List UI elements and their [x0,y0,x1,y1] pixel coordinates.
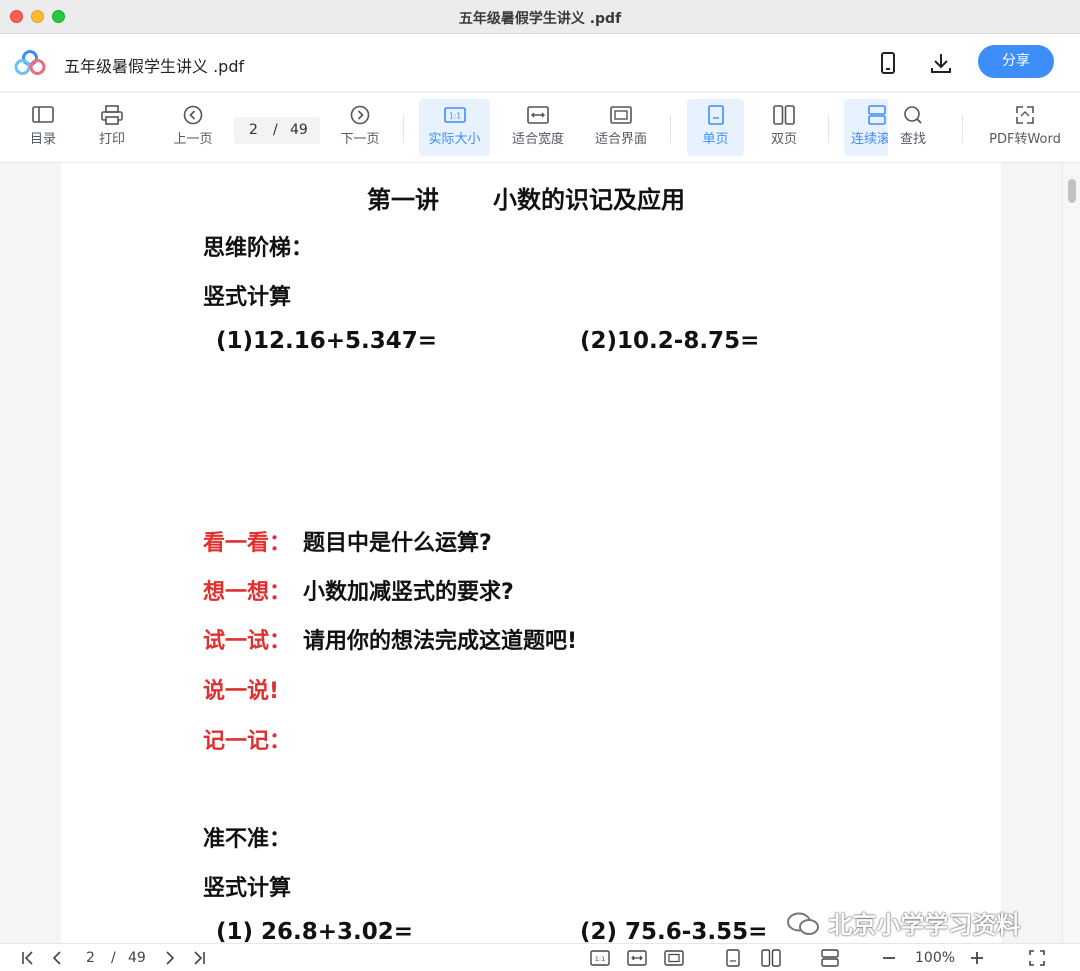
convert-icon [1016,106,1034,124]
app-window: 五年级暑假学生讲义 .pdf 五年级暑假学生讲义 .pdf 分享 目录 打印 上… [0,0,1080,971]
subsection-heading-2: 竖式计算 [203,876,292,901]
vertical-scrollbar[interactable] [1062,163,1080,943]
toolbar-divider [670,115,671,143]
fit-page-button[interactable]: 适合界面 [586,99,656,156]
svg-text:1:1: 1:1 [448,112,460,121]
fit-width-icon[interactable] [627,949,647,967]
try-text: 请用你的想法完成这道题吧! [303,629,578,654]
zoom-level: 100% [915,950,956,966]
think-text: 小数加减竖式的要求? [303,580,514,605]
fit-page-icon [610,106,632,124]
actual-size-icon[interactable]: 1:1 [590,949,610,967]
prev-page-button[interactable]: 上一页 [165,99,221,156]
toolbar-divider [828,115,829,143]
toolbar-divider [962,115,963,143]
first-page-icon[interactable] [20,949,36,967]
double-page-icon [773,105,795,125]
say-label: 说一说! [203,679,280,704]
problem-4: (2) 75.6-3.55= [580,919,768,943]
fit-width-button[interactable]: 适合宽度 [503,99,573,156]
pdf-to-word-button[interactable]: PDF转Word [984,99,1066,156]
wechat-icon [787,912,819,935]
search-icon [904,106,922,124]
zoom-in-icon[interactable] [969,949,985,967]
mobile-icon[interactable] [873,48,903,78]
chevron-right-circle-icon [350,105,370,125]
watermark: 北京小学学习资料 [786,905,1020,940]
next-page-button[interactable]: 下一页 [332,99,388,156]
try-label: 试一试： [203,629,292,654]
find-button[interactable]: 查找 [890,99,936,156]
scrollbar-thumb[interactable] [1068,179,1076,203]
single-page-icon[interactable] [724,949,742,967]
toc-button[interactable]: 目录 [18,99,68,156]
document-title: 五年级暑假学生讲义 .pdf [64,57,245,76]
continuous-scroll-icon [868,105,886,125]
download-icon[interactable] [926,48,956,78]
think-label: 想一想： [203,580,292,605]
section-heading: 思维阶梯： [203,236,314,261]
app-header: 五年级暑假学生讲义 .pdf 分享 [0,34,1080,92]
chevron-left-circle-icon [183,105,203,125]
document-viewer[interactable]: 第一讲 小数的识记及应用 思维阶梯： 竖式计算 (1)12.16+5.347= … [0,163,1080,943]
print-button[interactable]: 打印 [87,99,137,156]
problem-3: (1) 26.8+3.02= [216,919,414,943]
fit-page-icon[interactable] [664,949,684,967]
subsection-heading: 竖式计算 [203,285,292,310]
printer-icon [101,105,123,125]
note-label: 记一记： [203,729,292,754]
continuous-scroll-button[interactable]: 连续滚 [844,99,888,156]
look-label: 看一看： [203,531,292,556]
double-page-icon[interactable] [761,949,781,967]
single-page-button[interactable]: 单页 [687,99,744,156]
look-text: 题目中是什么运算? [303,531,492,556]
page-input[interactable]: 2 / 49 [234,117,320,144]
lecture-number: 第一讲 [367,186,439,214]
svg-text:1:1: 1:1 [595,955,605,963]
bottom-page-current[interactable]: 2 [86,950,95,966]
actual-size-button[interactable]: 1:1 实际大小 [419,99,490,156]
sidebar-icon [32,106,54,123]
fit-width-icon [527,106,549,124]
double-page-button[interactable]: 双页 [757,99,811,156]
zoom-out-icon[interactable] [881,949,897,967]
bottom-page-total: 49 [128,950,146,966]
pdf-page: 第一讲 小数的识记及应用 思维阶梯： 竖式计算 (1)12.16+5.347= … [61,163,1001,943]
fullscreen-icon[interactable] [1028,949,1046,967]
window-title: 五年级暑假学生讲义 .pdf [458,11,622,27]
share-button[interactable]: 分享 [978,45,1054,78]
chevron-right-icon[interactable] [163,949,177,967]
problem-2: (2)10.2-8.75= [580,328,760,354]
status-bar: 2 / 49 1:1 100% [0,943,1080,971]
section-heading-2: 准不准： [203,827,292,852]
toolbar: 目录 打印 上一页 2 / 49 下一页 1:1 实际大小 适合宽度 适合界面 … [0,93,1080,163]
chevron-left-icon[interactable] [50,949,64,967]
actual-size-icon: 1:1 [443,107,466,123]
app-logo-icon [14,50,46,75]
problem-1: (1)12.16+5.347= [216,328,438,354]
last-page-icon[interactable] [191,949,207,967]
title-bar: 五年级暑假学生讲义 .pdf [0,0,1080,34]
toolbar-divider [403,115,404,143]
continuous-scroll-icon[interactable] [820,949,840,967]
single-page-icon [707,105,724,125]
lecture-title: 小数的识记及应用 [493,186,685,214]
